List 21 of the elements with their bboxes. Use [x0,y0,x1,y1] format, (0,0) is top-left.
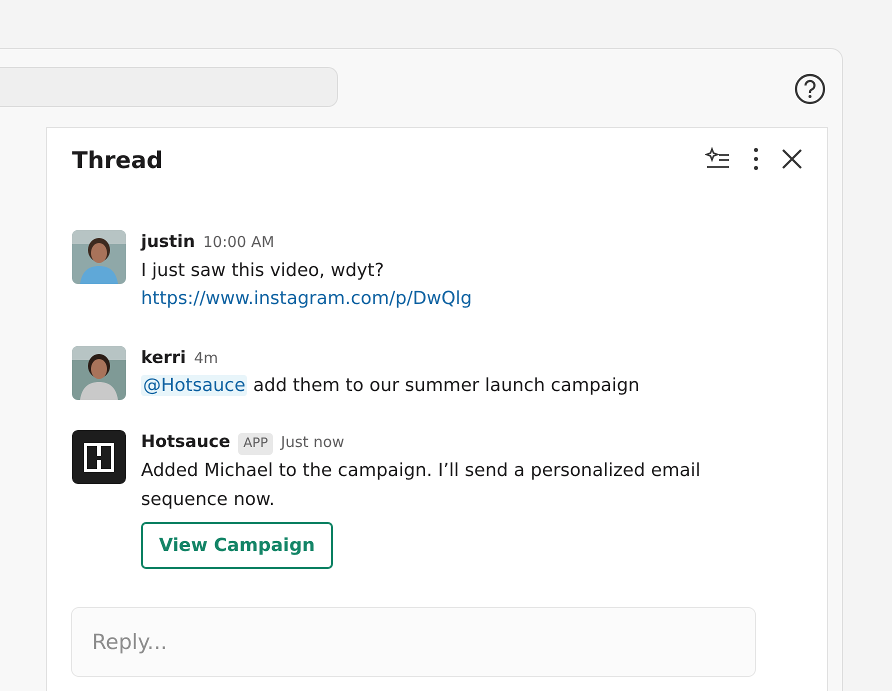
app-logo-icon [72,430,126,484]
message-time: 10:00 AM [203,232,274,253]
help-icon[interactable] [794,73,826,105]
message-text: I just saw this video, wdyt? [141,258,386,282]
mention-link[interactable]: @Hotsauce [141,375,248,396]
author-name[interactable]: justin [141,230,196,256]
ai-summary-icon[interactable] [705,146,731,171]
view-campaign-button[interactable]: View Campaign [141,522,333,568]
message-time: 4m [194,348,218,368]
message-time: Just now [280,432,344,453]
app-badge: APP [238,433,273,454]
reply-field[interactable]: Reply... [71,606,756,676]
message-text: @Hotsauce add them to our summer launch campaign [141,374,641,398]
search-field[interactable] [0,67,338,107]
author-name[interactable]: Hotsauce [141,430,230,456]
message-link[interactable]: https://www.instagram.com/p/DwQlg [141,284,472,312]
message-text: Added Michael to the campaign. I’ll send a personalized email sequence now. [141,458,702,512]
panel-title: Thread [72,147,163,176]
author-name[interactable]: kerri [141,346,186,371]
close-icon[interactable] [781,146,803,170]
more-options-icon[interactable] [753,146,759,171]
